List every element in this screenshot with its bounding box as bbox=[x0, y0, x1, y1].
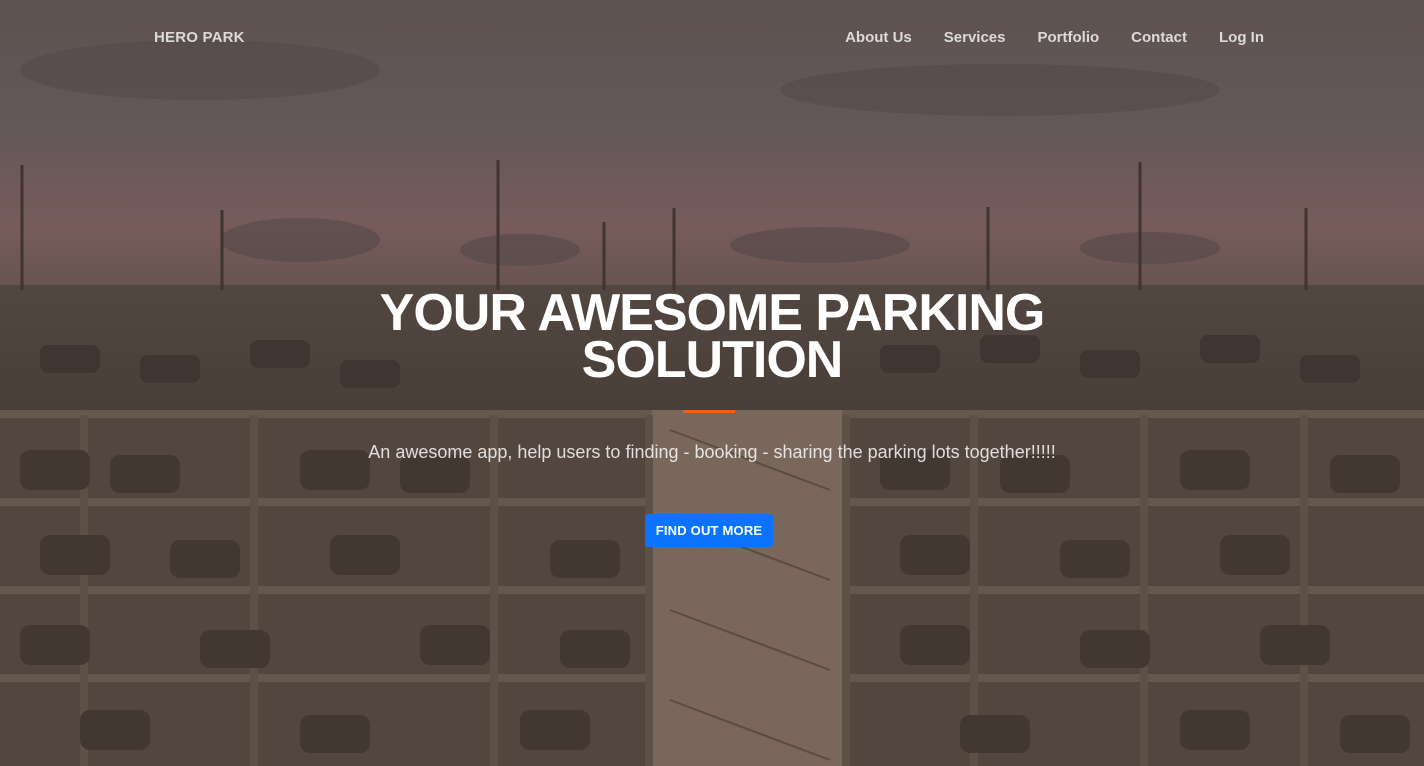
hero-tagline: An awesome app, help users to finding - … bbox=[368, 442, 1056, 462]
hero-headline: YOUR AWESOME PARKING SOLUTION bbox=[312, 287, 1112, 386]
nav-link-log-in[interactable]: Log In bbox=[1219, 29, 1264, 46]
top-navbar: HERO PARK About Us Services Portfolio Co… bbox=[0, 0, 1424, 76]
hero-section: HERO PARK About Us Services Portfolio Co… bbox=[0, 0, 1424, 766]
headline-divider bbox=[683, 410, 735, 413]
hero-headline-line-2: SOLUTION bbox=[581, 331, 844, 389]
nav-link-portfolio[interactable]: Portfolio bbox=[1038, 29, 1100, 46]
find-out-more-button[interactable]: FIND OUT MORE bbox=[645, 514, 773, 547]
nav-link-services[interactable]: Services bbox=[944, 29, 1006, 46]
nav-links: About Us Services Portfolio Contact Log … bbox=[813, 29, 1264, 46]
nav-link-contact[interactable]: Contact bbox=[1131, 29, 1187, 46]
nav-link-about-us[interactable]: About Us bbox=[845, 29, 912, 46]
brand-logo-link[interactable]: HERO PARK bbox=[154, 29, 245, 46]
